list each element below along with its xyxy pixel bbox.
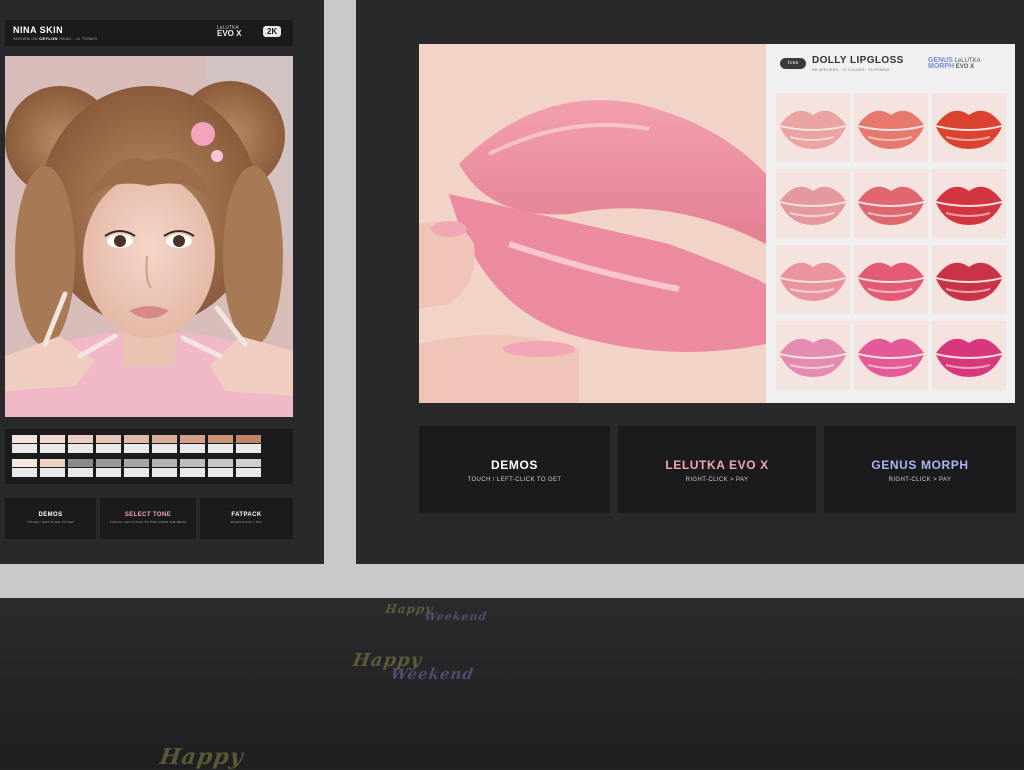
tone-swatch[interactable] (180, 459, 205, 467)
nina-skin-board: NINA SKIN SHOWN ON CEYLON HEAD · 11 TONE… (0, 0, 324, 564)
dolly-title: DOLLY LIPGLOSS (812, 55, 904, 66)
button-label: GENUS MORPH (871, 458, 969, 472)
select-tone-button[interactable]: SELECT TONE TOUCH / LEFT-CLICK TO PICK F… (100, 498, 196, 539)
lelutka-evo-x-button[interactable]: LELUTKA EVO X RIGHT-CLICK > PAY (618, 426, 816, 513)
portrait-illustration (5, 56, 293, 417)
tone-swatch[interactable] (152, 435, 177, 443)
tone-swatch[interactable] (68, 459, 93, 467)
tone-swatch-label (96, 444, 121, 453)
tone-swatch-label (236, 468, 261, 477)
tone-swatch[interactable] (96, 459, 121, 467)
button-label: LELUTKA EVO X (665, 458, 769, 472)
tone-swatch[interactable] (236, 459, 261, 467)
tone-swatch[interactable] (152, 459, 177, 467)
tone-swatch[interactable] (96, 435, 121, 443)
nina-portrait-image (5, 56, 293, 417)
lelutka-evo-x-logo: LeLUTKA EVO X (217, 25, 241, 38)
logo-big-text: EVO X (217, 29, 242, 38)
button-label: SELECT TONE (124, 512, 172, 518)
nina-header: NINA SKIN SHOWN ON CEYLON HEAD · 11 TONE… (5, 20, 293, 46)
lip-shade-swatch[interactable] (854, 169, 928, 238)
tone-swatch-label (12, 468, 37, 477)
tone-swatch[interactable] (236, 435, 261, 443)
button-hint: RIGHT-CLICK > PAY (230, 520, 263, 524)
lip-shade-swatch[interactable] (854, 245, 928, 314)
lip-closeup-image (419, 44, 766, 403)
lip-shade-swatch[interactable] (776, 169, 850, 238)
genus-morph-button[interactable]: GENUS MORPH RIGHT-CLICK > PAY (824, 426, 1016, 513)
lip-shade-swatch[interactable] (854, 93, 928, 162)
lip-shade-swatch[interactable] (932, 169, 1006, 238)
genus-lelutka-logo: GENUS LeLUTKA MORPH EVO X (928, 57, 981, 70)
tone-swatch[interactable] (180, 435, 205, 443)
tone-swatch-label (12, 444, 37, 453)
tone-swatch[interactable] (124, 435, 149, 443)
tone-swatch[interactable] (68, 435, 93, 443)
brand-badge: Ivex (780, 58, 806, 69)
nina-demos-button[interactable]: DEMOS TOUCH / LEFT-CLICK TO GET (5, 498, 96, 539)
subtitle-prefix: SHOWN ON (13, 36, 40, 41)
button-label: DEMOS (490, 458, 538, 472)
tone-swatch-label (180, 444, 205, 453)
tone-swatch[interactable] (40, 435, 65, 443)
tone-swatch[interactable] (40, 459, 65, 467)
tone-swatch-label (236, 444, 261, 453)
nina-subtitle: SHOWN ON CEYLON HEAD · 11 TONES (13, 36, 97, 41)
tone-swatch-label (40, 444, 65, 453)
tone-swatch-label (124, 468, 149, 477)
lip-shade-swatch[interactable] (776, 245, 850, 314)
tone-swatch-label (96, 468, 121, 477)
tone-swatch-label (208, 468, 233, 477)
subtitle-suffix: HEAD · 11 TONES (57, 36, 98, 41)
logo-main-text: Happy (158, 744, 246, 770)
lip-illustration (419, 44, 766, 403)
tone-swatch-label (152, 468, 177, 477)
lip-shade-swatch[interactable] (932, 245, 1006, 314)
floor-logo-2: Happy Weekend (350, 650, 478, 683)
dolly-shade-panel: Ivex DOLLY LIPGLOSS HD APPLIERS · 12 COL… (766, 44, 1015, 403)
evo-x-text: EVO X (955, 64, 975, 70)
tone-swatch[interactable] (12, 435, 37, 443)
resolution-badge: 2K (263, 26, 282, 37)
tone-swatch-label (208, 444, 233, 453)
lip-shade-swatch[interactable] (932, 93, 1006, 162)
tone-swatch-label (152, 444, 177, 453)
button-label: FATPACK (231, 512, 262, 518)
subtitle-head-name: CEYLON (39, 36, 58, 41)
logo-sub-text: Weekend (389, 665, 476, 683)
lip-shade-swatch[interactable] (854, 321, 928, 390)
dolly-subtitle: HD APPLIERS · 12 COLORS · FLIPPABLE (812, 68, 890, 72)
tone-swatch-label (124, 444, 149, 453)
button-hint: TOUCH / LEFT-CLICK TO GET (467, 477, 562, 483)
logo-sub-text: Weekend (423, 610, 489, 623)
button-hint: RIGHT-CLICK > PAY (888, 477, 952, 483)
floor-logo-1: Happy Weekend (384, 602, 490, 623)
dolly-demos-button[interactable]: DEMOS TOUCH / LEFT-CLICK TO GET (419, 426, 610, 513)
tone-swatch-label (68, 468, 93, 477)
button-hint: TOUCH / LEFT-CLICK TO GET (26, 520, 74, 524)
lip-shade-swatch[interactable] (776, 93, 850, 162)
tone-swatch-label (68, 444, 93, 453)
tone-swatch[interactable] (208, 459, 233, 467)
button-hint: RIGHT-CLICK > PAY (685, 477, 749, 483)
tone-swatch[interactable] (208, 435, 233, 443)
floor: Happy Weekend Happy Weekend Happy (0, 598, 1024, 770)
fatpack-button[interactable]: FATPACK RIGHT-CLICK > PAY (200, 498, 293, 539)
tone-swatch[interactable] (124, 459, 149, 467)
floor-logo-3: Happy (158, 744, 245, 770)
tone-swatch[interactable] (12, 459, 37, 467)
tone-swatch-panel (5, 429, 293, 484)
tone-swatch-label (40, 468, 65, 477)
tone-swatch-label (180, 468, 205, 477)
morph-text: MORPH (928, 63, 955, 70)
nina-title: NINA SKIN (13, 25, 64, 35)
button-hint: TOUCH / LEFT-CLICK TO PICK FROM THE MENU (109, 520, 187, 524)
lip-shade-swatch[interactable] (932, 321, 1006, 390)
lip-shade-swatch[interactable] (776, 321, 850, 390)
button-label: DEMOS (38, 512, 63, 518)
